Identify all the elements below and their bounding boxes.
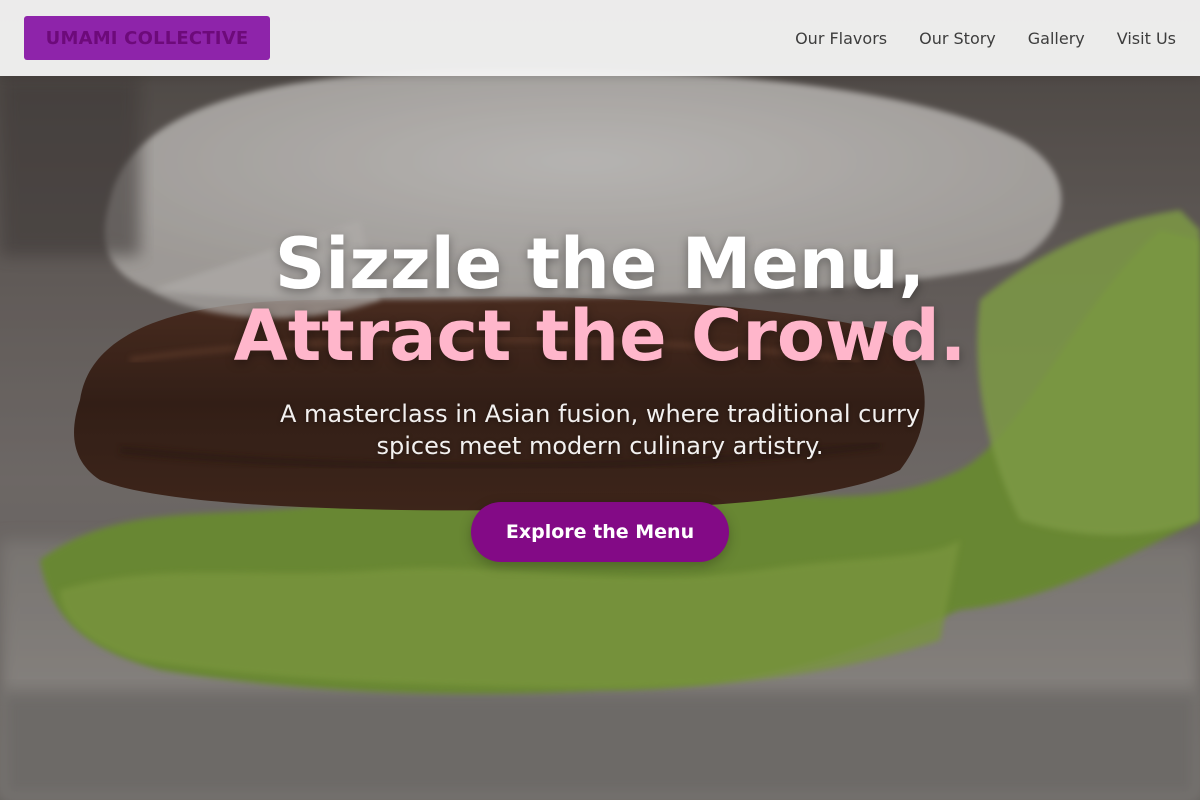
headline-line-2: Attract the Crowd. [233,295,967,377]
main-nav: Our Flavors Our Story Gallery Visit Us [795,29,1176,48]
nav-link-gallery[interactable]: Gallery [1028,29,1085,48]
brand-logo[interactable]: UMAMI COLLECTIVE [24,16,270,60]
hero-subtitle: A masterclass in Asian fusion, where tra… [279,400,921,460]
hero-headline: Sizzle the Menu, Attract the Crowd. [0,228,1200,372]
nav-link-our-flavors[interactable]: Our Flavors [795,29,887,48]
explore-menu-button[interactable]: Explore the Menu [471,502,729,562]
brand-name: UMAMI COLLECTIVE [45,27,249,49]
headline-line-1: Sizzle the Menu, [274,223,926,305]
nav-link-visit-us[interactable]: Visit Us [1117,29,1176,48]
hero-content: Sizzle the Menu, Attract the Crowd. A ma… [0,228,1200,562]
site-header: UMAMI COLLECTIVE Our Flavors Our Story G… [0,0,1200,76]
nav-link-our-story[interactable]: Our Story [919,29,996,48]
